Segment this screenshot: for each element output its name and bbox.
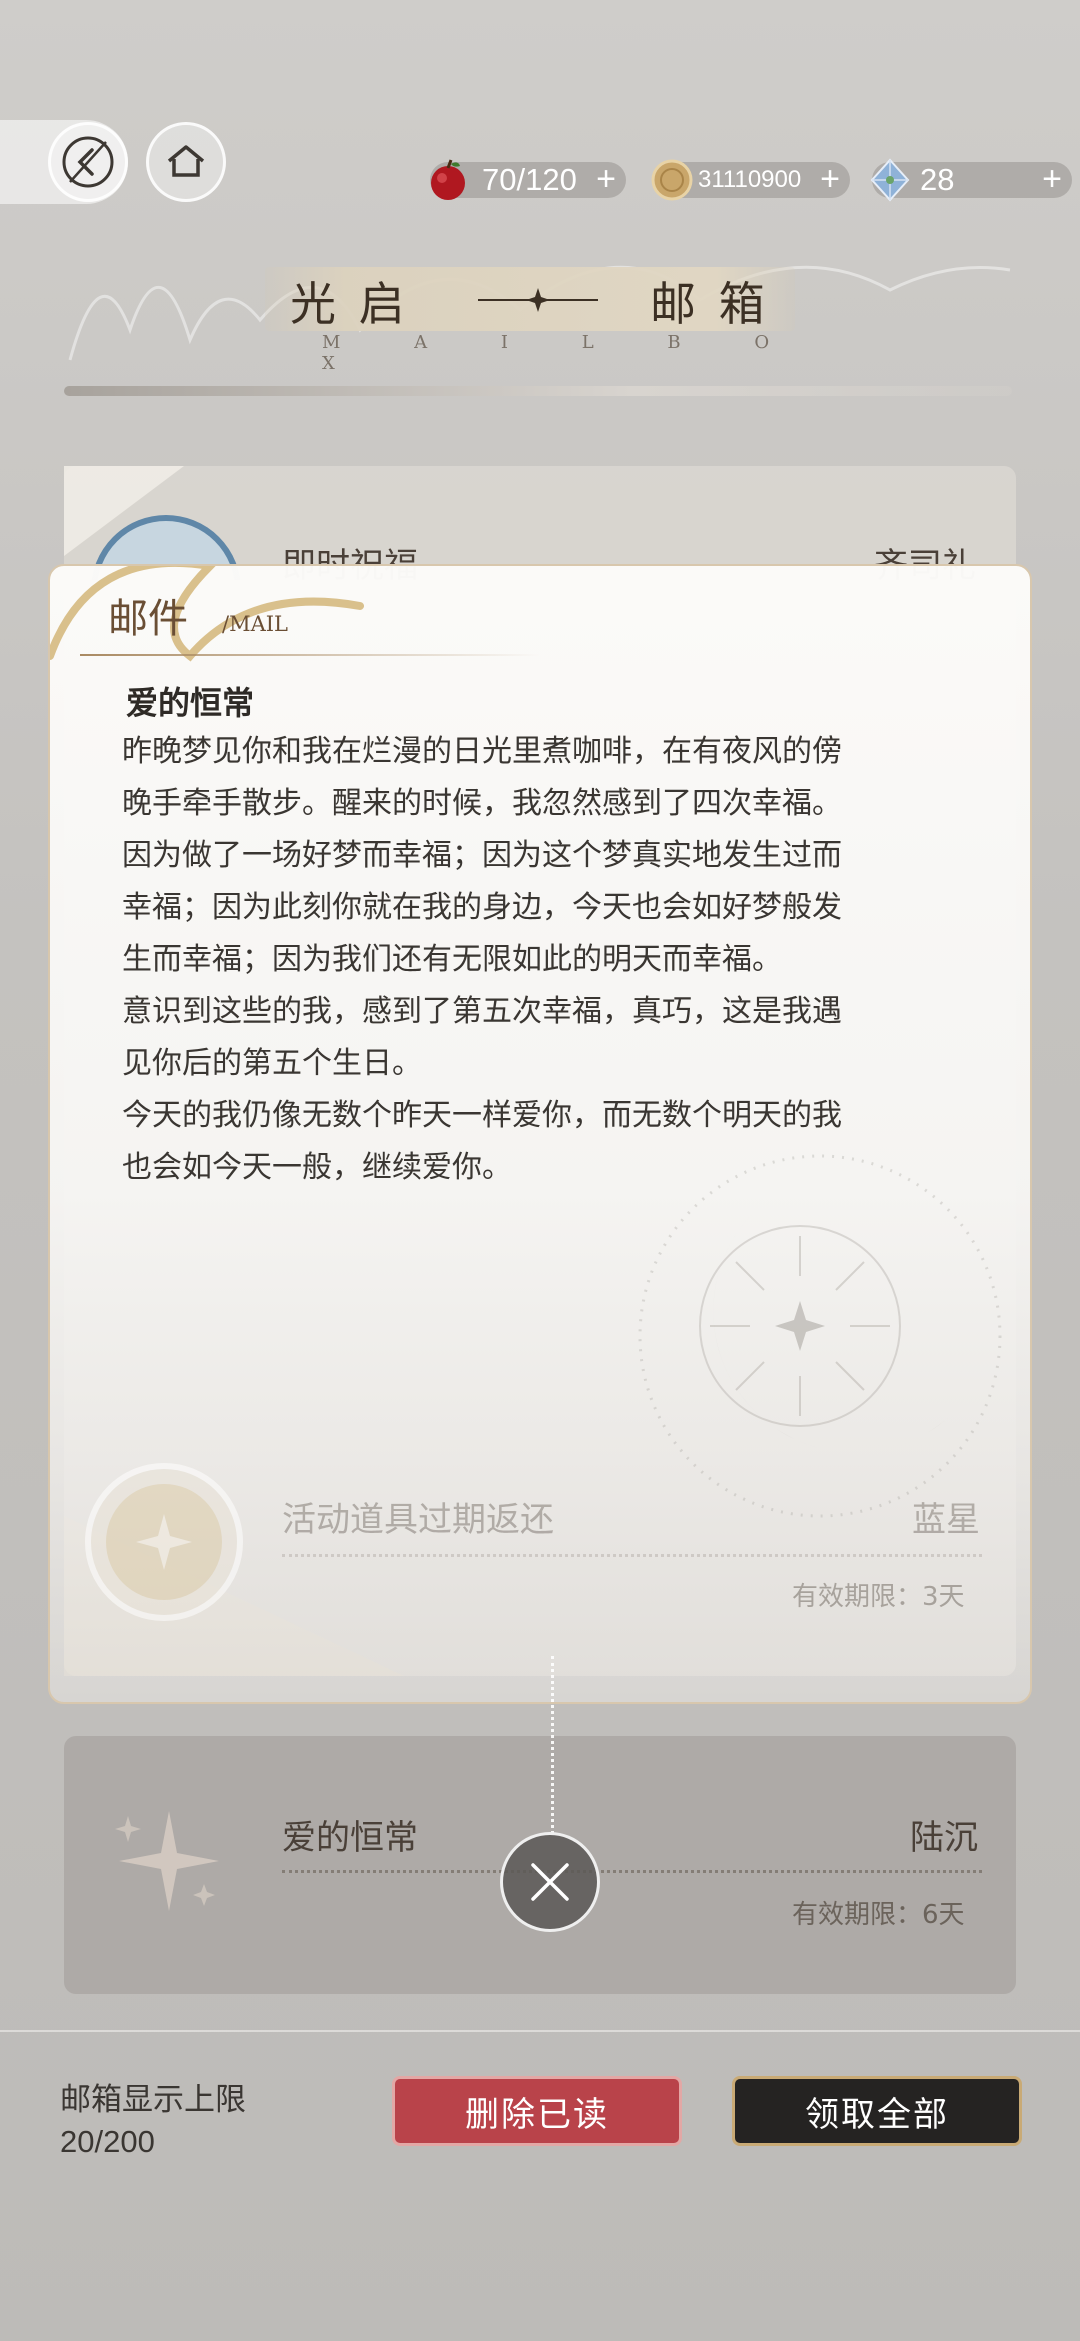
mail-item-3-sender: 陆沉 (910, 1818, 978, 1858)
reward-coin-icon (85, 1463, 243, 1621)
modal-label-en: /MAIL (222, 612, 288, 636)
mailbox-capacity-label: 邮箱显示上限 (60, 2082, 246, 2118)
letter-line: 因为做了一场好梦而幸福；因为这个梦真实地发生过而 (122, 838, 842, 873)
coin-add-button[interactable]: + (820, 160, 840, 199)
top-bar: 70/120 + 31110900 + 28 + (0, 120, 1080, 210)
mail-item-2-divider (282, 1554, 982, 1557)
mail-item-3-divider (282, 1870, 982, 1873)
delete-read-button[interactable]: 删除已读 (392, 2076, 682, 2146)
letter-line: 意识到这些的我，感到了第五次幸福，真巧，这是我遇 (122, 994, 842, 1029)
letter-body: 昨晚梦见你和我在烂漫的日光里煮咖啡，在有夜风的傍 晚手牵手散步。醒来的时候，我忽… (122, 726, 1002, 1194)
coin-value: 31110900 (698, 166, 802, 193)
coin-icon (651, 159, 693, 201)
letter-title: 爱的恒常 (126, 684, 255, 722)
mail-item-2-expiry: 有效期限：3天 (792, 1582, 965, 1612)
mail-item-2-sender: 蓝星 (912, 1500, 980, 1540)
mailbox-title: 光 启 邮 箱 M A I L B O X (260, 262, 820, 374)
sparkle-icon (115, 1811, 219, 1911)
letter-line: 生而幸福；因为我们还有无限如此的明天而幸福。 (122, 942, 782, 977)
letter-line: 晚手牵手散步。醒来的时候，我忽然感到了四次幸福。 (122, 786, 842, 821)
stamina-add-button[interactable]: + (596, 160, 616, 199)
gold-swoosh-icon (50, 566, 364, 662)
title-left-text: 光 启 (290, 277, 409, 331)
letter-line: 幸福；因为此刻你就在我的身边，今天也会如好梦般发 (122, 890, 842, 925)
footer-divider (0, 2030, 1080, 2032)
crystal-counter: 28 + (870, 158, 1072, 202)
back-button[interactable] (48, 122, 128, 202)
apple-icon (431, 159, 465, 200)
title-right-text: 邮 箱 (650, 277, 769, 331)
modal-label-underline (80, 654, 540, 656)
mailbox-capacity-value: 20/200 (60, 2124, 155, 2159)
mail-item-3-expiry: 有效期限：6天 (792, 1900, 965, 1930)
stamina-value: 70/120 (482, 162, 577, 197)
crystal-icon (870, 158, 910, 202)
modal-label: 邮件 (108, 596, 188, 642)
coin-counter: 31110900 + (651, 159, 850, 201)
moon-emblem-icon (638, 1154, 1002, 1518)
title-star-divider-icon (478, 288, 598, 312)
crystal-value: 28 (920, 162, 955, 197)
crystal-add-button[interactable]: + (1042, 160, 1062, 199)
mail-item-3-title: 爱的恒常 (282, 1818, 418, 1858)
close-connector-line (551, 1656, 554, 1834)
title-subtitle: M A I L B O X (322, 332, 804, 374)
back-arrow-icon (62, 136, 114, 188)
stamina-counter: 70/120 + (430, 159, 626, 200)
home-button[interactable] (146, 122, 226, 202)
claim-all-button[interactable]: 领取全部 (732, 2076, 1022, 2146)
close-icon (531, 1863, 569, 1901)
letter-line: 昨晚梦见你和我在烂漫的日光里煮咖啡，在有夜风的傍 (122, 734, 842, 769)
home-icon (167, 145, 205, 177)
letter-line: 见你后的第五个生日。 (122, 1046, 422, 1081)
close-modal-button[interactable] (500, 1832, 600, 1932)
mail-item-2-title: 活动道具过期返还 (282, 1500, 554, 1540)
title-underline (64, 386, 1012, 396)
